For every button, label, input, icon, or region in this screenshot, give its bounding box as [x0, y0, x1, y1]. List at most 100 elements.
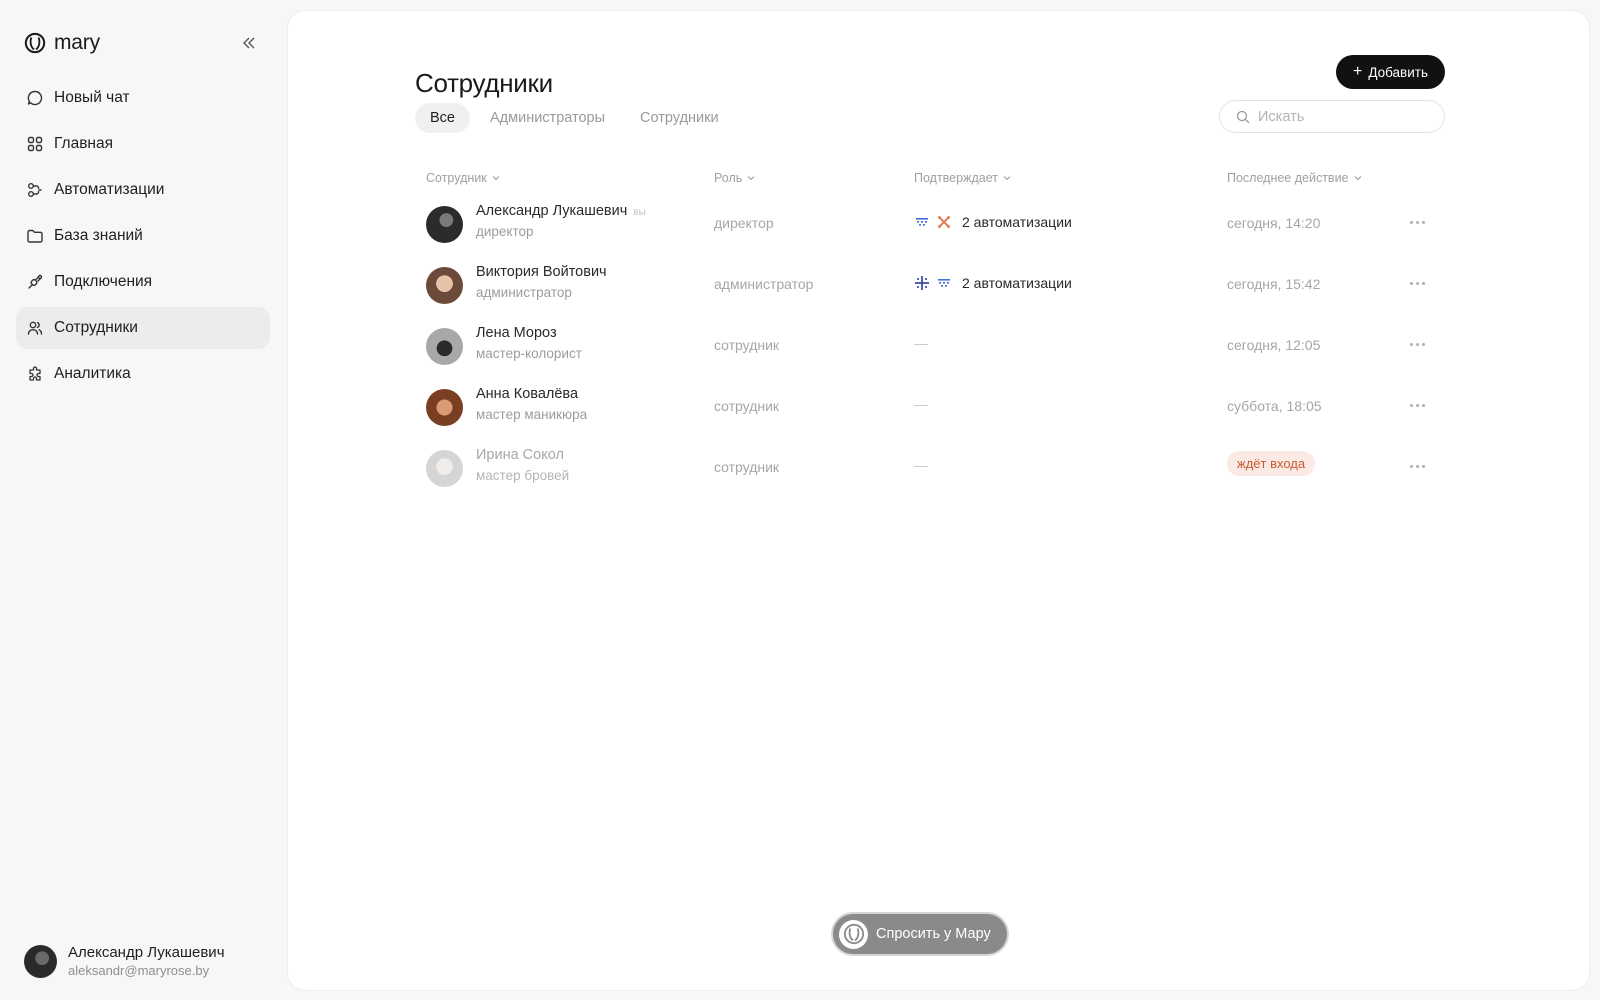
row-more-button[interactable] [1404, 215, 1430, 229]
more-dot [1421, 464, 1425, 468]
more-dot [1415, 403, 1419, 407]
mary-logo-icon [24, 32, 46, 54]
more-dot [1415, 281, 1419, 285]
confirms-count: 2 автоматизации [962, 214, 1072, 230]
more-dot [1421, 342, 1425, 346]
sidebar-item-label: Автоматизации [54, 181, 165, 198]
tab-all[interactable]: Все [415, 103, 470, 133]
column-last-action[interactable]: Последнее действие [1227, 171, 1362, 185]
table-row[interactable]: Александр Лукашевич вы директор директор … [288, 196, 1589, 257]
column-label: Сотрудник [426, 171, 487, 185]
current-user[interactable]: Александр Лукашевич aleksandr@maryrose.b… [24, 944, 225, 978]
more-dot [1415, 342, 1419, 346]
employee-title: мастер маникюра [476, 407, 588, 422]
add-employee-button[interactable]: + Добавить [1336, 55, 1445, 89]
avatar [426, 450, 463, 487]
table-row[interactable]: Ирина Сокол мастер бровей сотрудник — жд… [288, 440, 1589, 501]
sidebar-nav: Новый чат Главная Автоматизации База зна… [16, 77, 270, 399]
table-row[interactable]: Лена Мороз мастер-колорист сотрудник — с… [288, 318, 1589, 379]
sidebar-item-label: Новый чат [54, 89, 130, 106]
column-confirms[interactable]: Подтверждает [914, 171, 1011, 185]
confirms-cell[interactable]: 2 автоматизации [914, 275, 1072, 291]
employee-name: Лена Мороз [476, 325, 557, 341]
sidebar: mary Новый чат Главная Автоматизации Баз… [0, 0, 287, 1000]
search-icon [1236, 110, 1250, 123]
sparkle-cross-icon [915, 276, 929, 290]
automation-icon [28, 183, 42, 197]
puzzle-icon [29, 366, 41, 381]
brand-name: mary [54, 31, 100, 54]
column-role[interactable]: Роль [714, 171, 755, 185]
last-action: сегодня, 14:20 [1227, 215, 1321, 231]
confirms-count: 2 автоматизации [962, 275, 1072, 291]
more-dot [1415, 220, 1419, 224]
status-badge: ждёт входа [1227, 451, 1316, 476]
chevron-down-icon [492, 176, 500, 181]
confirms-cell[interactable]: 2 автоматизации [914, 214, 1072, 230]
chat-bubble-icon [27, 90, 43, 106]
search-box [1219, 100, 1445, 133]
more-dot [1409, 464, 1413, 468]
chevron-down-icon [747, 176, 755, 181]
sidebar-item-automations[interactable]: Автоматизации [16, 169, 270, 211]
sidebar-item-connections[interactable]: Подключения [16, 261, 270, 303]
filter-tabs: Все Администраторы Сотрудники [415, 103, 739, 133]
avatar [24, 944, 57, 978]
more-dot [1415, 464, 1419, 468]
more-dot [1409, 403, 1413, 407]
row-more-button[interactable] [1404, 459, 1430, 473]
sidebar-item-home[interactable]: Главная [16, 123, 270, 165]
more-dot [1421, 403, 1425, 407]
sidebar-item-label: Главная [54, 135, 113, 152]
employee-role: сотрудник [714, 459, 780, 475]
table-row[interactable]: Анна Ковалёва мастер маникюра сотрудник … [288, 379, 1589, 440]
main-panel: Сотрудники + Добавить Все Администраторы… [287, 10, 1590, 991]
avatar [426, 206, 463, 243]
confirms-empty: — [914, 457, 928, 473]
brand[interactable]: mary [24, 30, 100, 56]
employee-name: Анна Ковалёва [476, 386, 579, 402]
employee-role: сотрудник [714, 337, 780, 353]
more-dot [1421, 220, 1425, 224]
calendar-grid-icon [938, 279, 950, 287]
last-action: сегодня, 15:42 [1227, 276, 1321, 292]
search-input[interactable] [1258, 108, 1428, 125]
chevron-down-icon [1354, 176, 1361, 181]
row-more-button[interactable] [1404, 398, 1430, 412]
more-dot [1409, 342, 1413, 346]
grid-icon [27, 136, 43, 152]
double-chevron-left-icon [243, 37, 255, 49]
ask-mary-button[interactable]: Спросить у Мару [833, 914, 1007, 954]
sidebar-item-knowledge-base[interactable]: База знаний [16, 215, 270, 257]
plug-icon [28, 274, 43, 289]
user-name: Александр Лукашевич [68, 944, 225, 961]
avatar [426, 389, 463, 426]
employee-title: директор [476, 224, 534, 239]
shuffle-x-icon [938, 216, 950, 228]
collapse-sidebar-button[interactable] [238, 33, 260, 53]
add-button-label: Добавить [1368, 64, 1428, 80]
employee-name: Александр Лукашевич [476, 203, 628, 219]
row-more-button[interactable] [1404, 276, 1430, 290]
confirms-empty: — [914, 396, 928, 412]
row-more-button[interactable] [1404, 337, 1430, 351]
column-employee[interactable]: Сотрудник [426, 171, 500, 185]
chevron-down-icon [1003, 176, 1011, 181]
table-row[interactable]: Виктория Войтович администратор админист… [288, 257, 1589, 318]
sidebar-item-employees[interactable]: Сотрудники [16, 307, 270, 349]
sidebar-item-label: Подключения [54, 273, 153, 290]
employee-name-wrap: Александр Лукашевич вы [476, 203, 646, 219]
tab-admins[interactable]: Администраторы [475, 103, 620, 133]
last-action: суббота, 18:05 [1227, 398, 1322, 414]
confirms-empty: — [914, 335, 928, 351]
tab-employees[interactable]: Сотрудники [625, 103, 734, 133]
you-badge: вы [633, 207, 646, 218]
sidebar-item-analytics[interactable]: Аналитика [16, 353, 270, 395]
more-dot [1421, 281, 1425, 285]
employee-title: мастер бровей [476, 468, 570, 483]
sidebar-item-new-chat[interactable]: Новый чат [16, 77, 270, 119]
page-title: Сотрудники [415, 68, 553, 98]
column-label: Последнее действие [1227, 171, 1349, 185]
ask-label: Спросить у Мару [876, 926, 991, 942]
column-label: Роль [714, 171, 743, 185]
